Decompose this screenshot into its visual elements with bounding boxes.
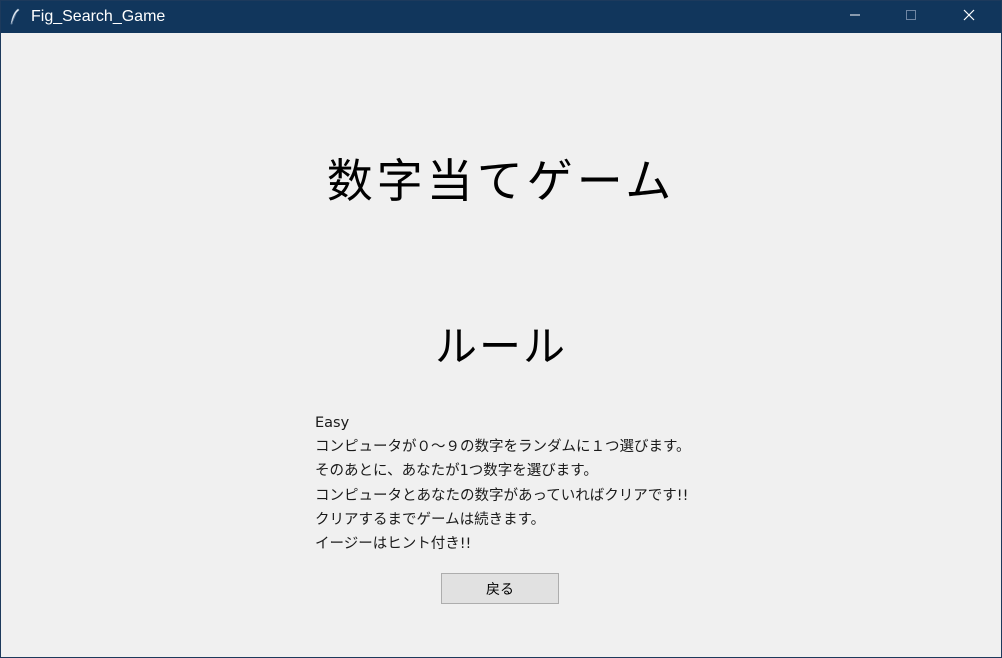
- rules-line: イージーはヒント付き!!: [315, 536, 472, 553]
- rules-heading: ルール: [434, 322, 567, 371]
- rules-text: Easy コンピュータが０～９の数字をランダムに１つ選びます。 そのあとに、あな…: [315, 411, 755, 556]
- maximize-button[interactable]: [888, 1, 934, 33]
- close-button[interactable]: [946, 1, 992, 33]
- rules-line: コンピュータとあなたの数字があっていればクリアです!!: [315, 487, 689, 504]
- minimize-button[interactable]: [832, 1, 878, 33]
- back-button[interactable]: 戻る: [441, 573, 559, 604]
- window-title: Fig_Search_Game: [31, 8, 166, 25]
- title-bar[interactable]: Fig_Search_Game: [1, 1, 1001, 33]
- close-icon: [963, 8, 975, 26]
- rules-line: クリアするまでゲームは続きます。: [315, 511, 546, 528]
- game-title: 数字当てゲーム: [326, 154, 676, 208]
- maximize-icon: [905, 8, 917, 26]
- rules-line: そのあとに、あなたが1つ数字を選びます。: [315, 463, 598, 480]
- feather-icon: [9, 8, 21, 26]
- rules-line: Easy: [315, 415, 350, 431]
- app-window: Fig_Search_Game 数字当てゲーム ルール Easy コンピュータが…: [0, 0, 1002, 658]
- rules-line: コンピュータが０～９の数字をランダムに１つ選びます。: [315, 439, 691, 456]
- game-client-area: 数字当てゲーム ルール Easy コンピュータが０～９の数字をランダムに１つ選び…: [1, 33, 1001, 657]
- minimize-icon: [849, 8, 861, 26]
